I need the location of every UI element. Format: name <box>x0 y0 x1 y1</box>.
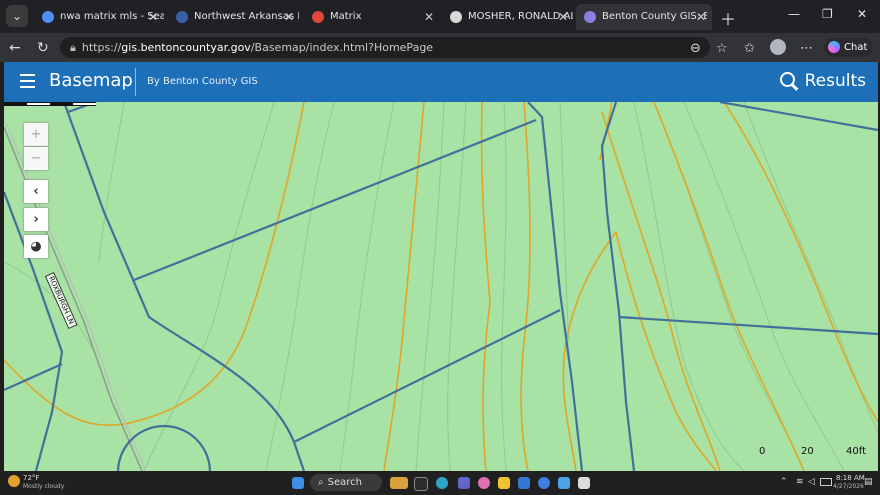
task-view-icon[interactable] <box>414 477 428 491</box>
header-divider <box>135 68 136 96</box>
clock-time[interactable]: 8:18 AM <box>836 474 865 482</box>
close-icon[interactable]: ✕ <box>696 4 706 30</box>
gis-icon <box>584 11 596 23</box>
help-icon[interactable] <box>538 477 550 489</box>
volume-icon[interactable]: ◁ <box>808 477 815 487</box>
map-canvas[interactable] <box>4 102 878 471</box>
plus-icon: ＋ <box>720 10 737 29</box>
parcel-lines <box>4 102 878 471</box>
notifications-icon[interactable]: ▤ <box>864 477 873 487</box>
minimize-button[interactable]: — <box>788 7 800 21</box>
address-bar[interactable]: 🔒︎ https://gis.bentoncountyar.gov/Basemap… <box>60 37 710 58</box>
refresh-button[interactable]: ↻ <box>37 40 49 56</box>
zoom-in-button[interactable]: + <box>24 123 48 146</box>
scale-label-20: 20 <box>801 446 814 457</box>
globe-icon: ◕ <box>30 239 42 254</box>
chevron-left-icon: ‹ <box>33 184 39 199</box>
copilot-chat-button[interactable]: Chat <box>824 38 874 57</box>
app-subtitle: By Benton County GIS <box>147 76 258 87</box>
clock-date[interactable]: 4/27/2026 <box>833 483 864 490</box>
refresh-icon: ↻ <box>37 40 49 56</box>
file-explorer-icon[interactable] <box>498 477 510 489</box>
app-title: Basemap <box>49 70 133 91</box>
previous-extent-button[interactable]: ‹ <box>24 180 48 203</box>
scale-label-40: 40ft <box>846 446 866 457</box>
record-icon <box>450 11 462 23</box>
search-icon <box>779 72 795 87</box>
chevron-right-icon: › <box>33 212 39 227</box>
photos-icon[interactable] <box>478 477 490 489</box>
new-tab-button[interactable]: ＋ <box>720 6 736 30</box>
favorite-star-icon[interactable]: ☆ <box>716 41 728 56</box>
results-button[interactable]: Results <box>779 71 866 91</box>
weather-temp: 72°F <box>23 474 40 482</box>
tab-northwest-arkansas[interactable]: Northwest Arkansas B ✕ <box>168 4 300 30</box>
battery-icon[interactable] <box>820 478 832 486</box>
copilot-icon <box>828 41 840 53</box>
close-icon[interactable]: ✕ <box>284 4 294 30</box>
tray-chevron-icon[interactable]: ⌃ <box>780 477 788 487</box>
taskbar-search[interactable]: ⌕ Search <box>310 474 382 491</box>
restore-button[interactable]: ❐ <box>822 7 833 21</box>
wifi-icon[interactable]: ≋ <box>796 477 804 487</box>
site-info-icon[interactable]: 🔒︎ <box>70 37 76 58</box>
outlook-icon[interactable] <box>518 477 530 489</box>
weather-icon[interactable] <box>8 475 20 487</box>
scale-bar <box>4 102 96 106</box>
app-icon[interactable] <box>578 477 590 489</box>
back-arrow-icon: ← <box>9 40 21 56</box>
site-icon <box>176 11 188 23</box>
teams-icon[interactable] <box>458 477 470 489</box>
more-options-icon[interactable]: ⋯ <box>800 41 813 56</box>
browser-toolbar: ← ↻ 🔒︎ https://gis.bentoncountyar.gov/Bas… <box>0 33 880 62</box>
close-icon[interactable]: ✕ <box>558 4 568 30</box>
app-header: Basemap By Benton County GIS Results <box>4 62 878 102</box>
tab-mosher-ronald[interactable]: MOSHER, RONALD AL ✕ <box>442 4 574 30</box>
tab-nwa-matrix-search[interactable]: nwa matrix mls - Searc ✕ <box>34 4 164 30</box>
close-icon[interactable]: ✕ <box>148 4 158 30</box>
weather-desc: Mostly cloudy <box>23 483 65 490</box>
edge-icon[interactable] <box>436 477 448 489</box>
back-button[interactable]: ← <box>9 40 21 56</box>
read-aloud-icon[interactable]: ⊖ <box>690 41 701 56</box>
zoom-out-button[interactable]: − <box>24 147 48 170</box>
search-icon: ⌕ <box>318 477 324 488</box>
browser-tab-bar: ⌄ nwa matrix mls - Searc ✕ Northwest Arka… <box>0 0 880 33</box>
windows-taskbar: 72°F Mostly cloudy ⌕ Search ⌃ ≋ ◁ 8:18 AM… <box>0 471 880 495</box>
profile-avatar[interactable] <box>770 39 786 55</box>
tab-matrix[interactable]: Matrix ✕ <box>304 4 440 30</box>
tab-actions-menu[interactable]: ⌄ <box>6 5 28 27</box>
close-icon[interactable]: ✕ <box>424 4 434 30</box>
scale-label-0: 0 <box>759 446 766 457</box>
matrix-icon <box>312 11 324 23</box>
tab-benton-county-gis[interactable]: Benton County GIS: B ✕ <box>576 4 712 30</box>
store-icon[interactable] <box>558 477 570 489</box>
search-icon <box>42 11 54 23</box>
map-view[interactable]: ROXBURGH LN + − ‹ › ◕ 0 20 40ft <box>4 102 878 471</box>
home-extent-button[interactable]: ◕ <box>24 235 48 258</box>
road-line <box>4 123 147 471</box>
next-extent-button[interactable]: › <box>24 208 48 231</box>
favorites-icon[interactable]: ✩ <box>744 41 755 56</box>
start-windows-icon[interactable] <box>292 477 304 489</box>
close-window-button[interactable]: ✕ <box>857 7 867 21</box>
chevron-down-icon: ⌄ <box>11 9 23 23</box>
widgets-icon[interactable] <box>390 477 408 489</box>
hamburger-menu-icon[interactable] <box>20 74 35 88</box>
